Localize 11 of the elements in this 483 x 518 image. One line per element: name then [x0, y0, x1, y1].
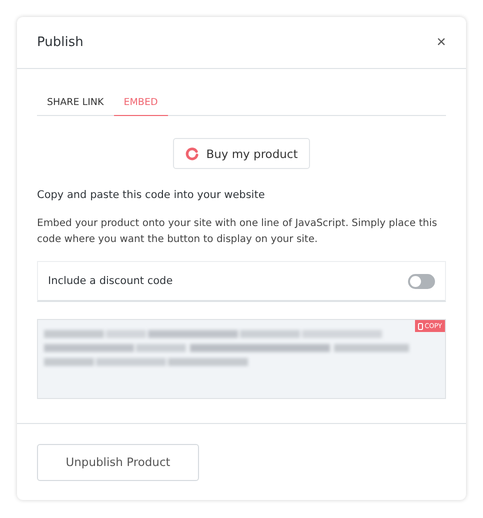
section-heading: Copy and paste this code into your website [37, 189, 266, 201]
copy-icon [418, 322, 423, 330]
dialog-title: Publish [37, 35, 84, 50]
close-button[interactable]: × [436, 34, 446, 52]
ring-icon [185, 146, 200, 160]
toggle-switch[interactable] [408, 274, 435, 288]
buy-product-button[interactable]: Buy my product [173, 138, 310, 169]
discount-label: Include a discount code [48, 275, 173, 287]
description-text: Embed your product onto your site with one line of JavaScript. Simply place this code where you want the button to display on your site. [37, 217, 438, 247]
unpublish-button[interactable]: Unpublish Product [37, 444, 199, 480]
tab[interactable]: SHARE LINK [37, 91, 114, 116]
